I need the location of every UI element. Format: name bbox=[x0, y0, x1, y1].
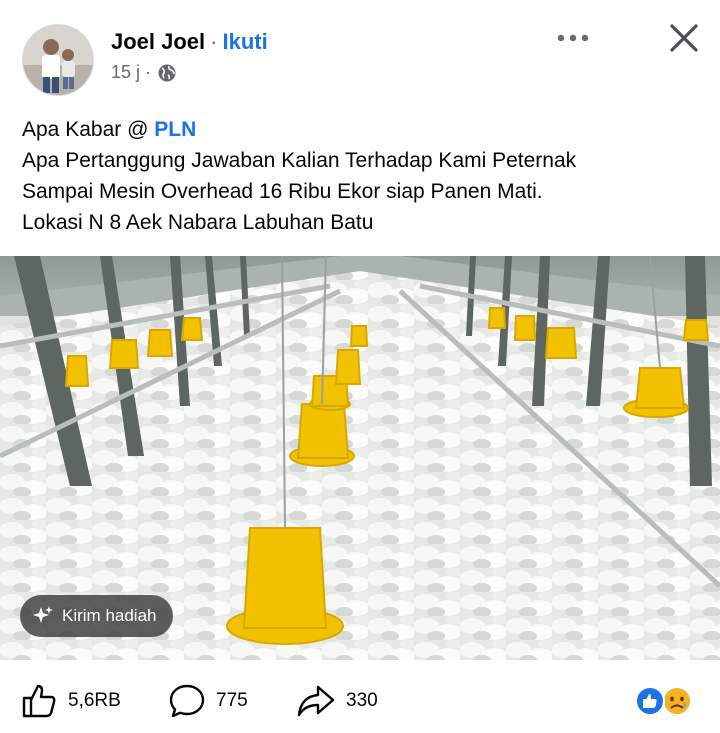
post-timestamp[interactable]: 15 j · bbox=[111, 62, 151, 83]
post-actions-bar: 5,6RB 775 330 bbox=[0, 668, 720, 732]
close-button[interactable] bbox=[660, 16, 708, 60]
avatar[interactable] bbox=[22, 24, 94, 96]
send-gift-button[interactable]: Kirim hadiah bbox=[20, 595, 173, 637]
more-options-button[interactable] bbox=[551, 20, 595, 56]
reaction-summary[interactable] bbox=[632, 684, 698, 718]
follow-button[interactable]: Ikuti bbox=[222, 29, 267, 54]
post-line-3: Sampai Mesin Overhead 16 Ribu Ekor siap … bbox=[22, 180, 543, 203]
globe-icon bbox=[157, 63, 177, 83]
author-name[interactable]: Joel Joel bbox=[111, 29, 205, 54]
close-icon bbox=[670, 24, 698, 52]
comment-count: 775 bbox=[216, 690, 248, 711]
post-text: Apa Kabar @ PLN Apa Pertanggung Jawaban … bbox=[22, 114, 702, 238]
post-line-4: Lokasi N 8 Aek Nabara Labuhan Batu bbox=[22, 211, 374, 234]
share-count: 330 bbox=[346, 690, 378, 711]
post-meta: 15 j · bbox=[111, 62, 177, 83]
like-reaction-icon bbox=[635, 686, 665, 716]
send-gift-label: Kirim hadiah bbox=[62, 606, 157, 625]
like-button[interactable]: 5,6RB bbox=[20, 682, 121, 720]
share-button[interactable]: 330 bbox=[296, 682, 378, 720]
post-photo[interactable]: Kirim hadiah bbox=[0, 256, 720, 660]
post-line-1-text: Apa Kabar @ bbox=[22, 118, 155, 141]
post-header: Joel Joel · Ikuti 15 j · bbox=[0, 0, 720, 108]
post-line-2: Apa Pertanggung Jawaban Kalian Terhadap … bbox=[22, 149, 577, 172]
mention-link[interactable]: PLN bbox=[154, 118, 196, 141]
sad-reaction-icon bbox=[662, 686, 692, 716]
name-separator: · bbox=[210, 29, 218, 54]
comment-bubble-icon bbox=[169, 684, 205, 718]
comment-button[interactable]: 775 bbox=[168, 682, 248, 720]
reactions-icons bbox=[635, 686, 692, 716]
gift-sparkle-icon bbox=[33, 606, 53, 623]
share-arrow-icon bbox=[297, 685, 335, 717]
thumbs-up-icon bbox=[22, 684, 56, 718]
author-line: Joel Joel · Ikuti bbox=[111, 28, 268, 56]
like-count: 5,6RB bbox=[68, 690, 121, 711]
more-dots-icon bbox=[557, 34, 589, 42]
post-line-1: Apa Kabar @ PLN bbox=[22, 114, 702, 145]
